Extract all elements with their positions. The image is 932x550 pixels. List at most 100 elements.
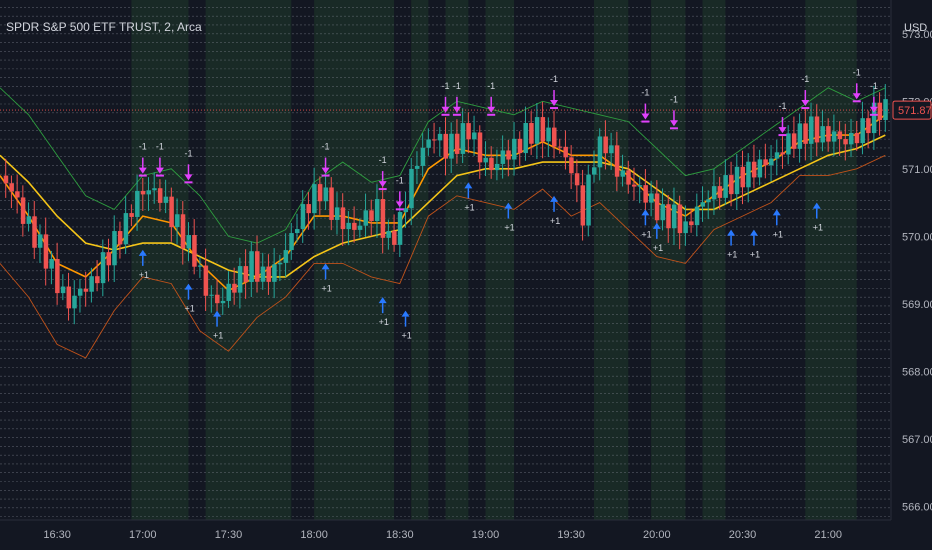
candle-body <box>877 102 883 120</box>
x-tick-label: 20:30 <box>729 529 757 541</box>
candle-body <box>580 185 586 226</box>
candle-body <box>734 166 740 195</box>
candle-body <box>140 190 146 195</box>
candle-body <box>666 204 671 229</box>
candle-body <box>512 138 517 160</box>
candle-body <box>15 191 20 198</box>
signal-label: -1 <box>139 142 147 152</box>
candle-body <box>32 216 37 248</box>
candle-body <box>546 127 551 142</box>
candle-body <box>683 221 688 234</box>
signal-label: -1 <box>156 142 164 152</box>
shaded-session <box>702 0 726 520</box>
candle-body <box>620 170 626 177</box>
shaded-session <box>131 0 189 520</box>
signal-label: -1 <box>184 148 192 158</box>
candle-body <box>357 225 363 230</box>
shaded-session <box>805 0 857 520</box>
candle-body <box>43 234 49 269</box>
candle-body <box>306 204 311 214</box>
candle-body <box>660 204 666 221</box>
shaded-session <box>411 0 429 520</box>
last-price-label: 571.87 <box>898 105 932 117</box>
candle-body <box>494 163 500 171</box>
candle-body <box>454 133 460 154</box>
candle-body <box>569 157 574 174</box>
candle-body <box>226 283 231 301</box>
signal-label: -1 <box>870 81 878 91</box>
symbol-title[interactable]: SPDR S&P 500 ETF TRUST, 2, Arca <box>6 20 202 34</box>
candle-body <box>329 187 334 220</box>
candle-body <box>146 190 151 195</box>
candle-body <box>3 175 9 184</box>
candle-body <box>534 117 540 144</box>
signal-label: -1 <box>487 81 495 91</box>
candle-body <box>60 286 66 294</box>
candle-body <box>37 234 43 248</box>
candle-body <box>392 230 397 245</box>
x-tick-label: 18:30 <box>386 529 414 541</box>
candle-body <box>849 132 854 145</box>
candle-body <box>152 188 157 191</box>
signal-label: +1 <box>213 331 223 341</box>
candle-body <box>637 185 643 187</box>
shaded-session <box>594 0 629 520</box>
candle-body <box>540 117 546 142</box>
candle-body <box>786 133 791 155</box>
candle-body <box>472 132 477 140</box>
x-tick-label: 17:30 <box>215 529 243 541</box>
candle-body <box>260 266 266 282</box>
candle-body <box>443 133 448 159</box>
candle-body <box>89 276 94 292</box>
candle-body <box>809 116 814 144</box>
signal-label: +1 <box>727 250 737 260</box>
price-chart[interactable]: -1 -1-1-1-1-1-1 -1 -1-1-1-1-1-1-1-1+1+1+1+1… <box>0 0 932 550</box>
candle-body <box>631 184 637 187</box>
candle-body <box>477 132 483 163</box>
candle-body <box>837 131 843 140</box>
signal-label: +1 <box>773 229 783 239</box>
candle-body <box>20 197 26 224</box>
candle-body <box>77 288 83 296</box>
candle-body <box>529 123 534 144</box>
candle-body <box>780 152 785 155</box>
candle-body <box>409 168 414 209</box>
candle-body <box>83 288 89 292</box>
candle-body <box>386 230 391 238</box>
candle-body <box>340 207 346 230</box>
signal-label: -1 <box>453 81 461 91</box>
candle-body <box>563 146 568 158</box>
candle-body <box>883 99 888 120</box>
signal-label: +1 <box>641 229 651 239</box>
candle-body <box>797 123 803 149</box>
candle-body <box>283 250 289 263</box>
shaded-session <box>651 0 686 520</box>
candle-body <box>774 152 780 159</box>
signal-label: +1 <box>464 202 474 212</box>
candle-body <box>255 251 260 282</box>
candle-body <box>574 173 580 186</box>
candle-body <box>157 188 163 203</box>
candle-body <box>626 170 631 185</box>
x-tick-label: 19:00 <box>472 529 500 541</box>
candle-body <box>854 132 860 144</box>
signal-label: -1 <box>322 142 330 152</box>
candle-body <box>700 202 706 207</box>
candle-body <box>266 266 271 282</box>
signal-label: +1 <box>750 250 760 260</box>
candle-body <box>523 123 528 154</box>
signal-label: +1 <box>379 317 389 327</box>
candle-body <box>249 251 254 282</box>
candle-body <box>215 294 220 304</box>
candle-body <box>791 133 797 149</box>
candle-body <box>432 139 437 141</box>
currency-label[interactable]: USD <box>904 22 927 34</box>
candle-body <box>289 233 294 251</box>
shaded-session <box>205 0 292 520</box>
candle-body <box>277 262 283 265</box>
signal-label: -1 <box>641 88 649 98</box>
candle-body <box>397 212 403 245</box>
candle-body <box>706 199 711 203</box>
signal-label: -1 <box>778 101 786 111</box>
candle-body <box>317 184 323 202</box>
